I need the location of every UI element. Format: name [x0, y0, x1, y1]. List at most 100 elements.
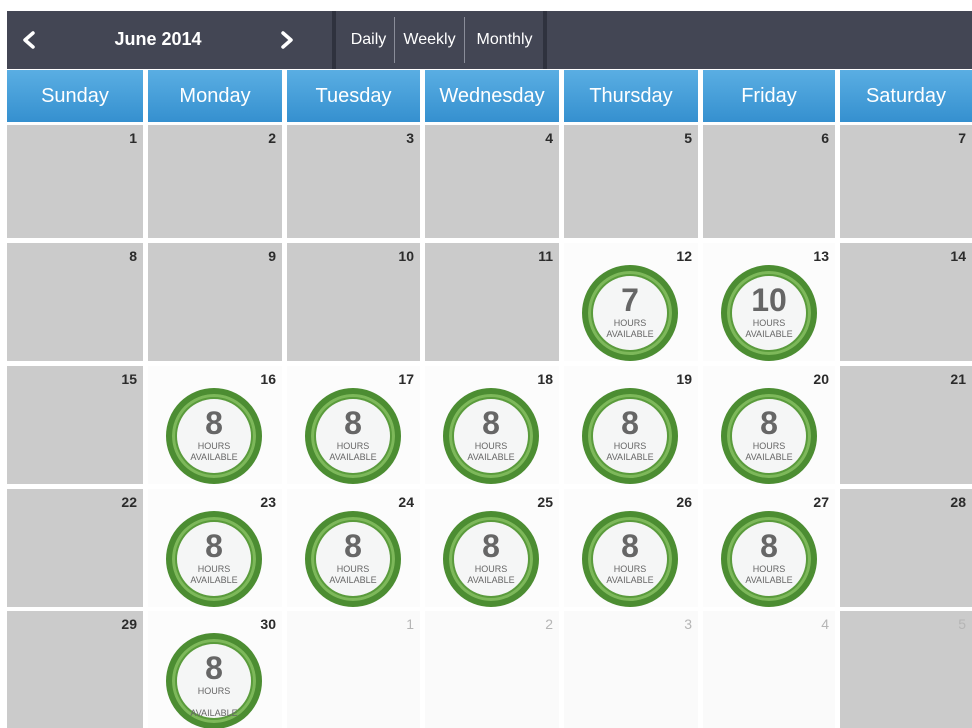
- day-number: 16: [260, 371, 276, 387]
- available-label: AVAILABLE: [606, 329, 654, 339]
- hours-available-badge[interactable]: 8 HOURS AVAILABLE: [166, 633, 262, 728]
- hours-available-badge[interactable]: 8 HOURS AVAILABLE: [305, 511, 401, 607]
- day-number: 22: [121, 494, 137, 510]
- hours-label: HOURS: [197, 564, 231, 574]
- day-cell[interactable]: 24 8 HOURS AVAILABLE: [287, 489, 420, 607]
- hours-available-badge[interactable]: 8 HOURS AVAILABLE: [721, 388, 817, 484]
- day-number: 9: [268, 248, 276, 264]
- hours-count: 8: [621, 528, 639, 564]
- weekday-saturday: Saturday: [840, 70, 972, 122]
- hours-label: HOURS: [613, 564, 647, 574]
- day-cell[interactable]: 20 8 HOURS AVAILABLE: [703, 366, 835, 484]
- day-cell[interactable]: 2: [425, 611, 559, 728]
- day-cell[interactable]: 5: [564, 125, 698, 238]
- weekday-thursday: Thursday: [564, 70, 698, 122]
- chevron-right-icon[interactable]: [272, 25, 302, 55]
- hours-badge-face: 7 HOURS AVAILABLE: [593, 276, 667, 350]
- day-number: 15: [121, 371, 137, 387]
- day-cell[interactable]: 13 10 HOURS AVAILABLE: [703, 243, 835, 361]
- hours-count: 8: [344, 405, 362, 441]
- day-cell[interactable]: 26 8 HOURS AVAILABLE: [564, 489, 698, 607]
- day-number: 24: [398, 494, 414, 510]
- day-number: 5: [958, 616, 966, 632]
- hours-available-badge[interactable]: 7 HOURS AVAILABLE: [582, 265, 678, 361]
- hours-label: HOURS: [613, 441, 647, 451]
- hours-badge-face: 8 HOURS AVAILABLE: [732, 522, 806, 596]
- day-cell[interactable]: 17 8 HOURS AVAILABLE: [287, 366, 420, 484]
- hours-count: 8: [205, 405, 223, 441]
- day-cell[interactable]: 3: [287, 125, 420, 238]
- hours-count: 7: [621, 282, 639, 318]
- day-cell[interactable]: 9: [148, 243, 282, 361]
- day-cell[interactable]: 22: [7, 489, 143, 607]
- day-cell[interactable]: 14: [840, 243, 972, 361]
- available-label: AVAILABLE: [467, 452, 515, 462]
- day-number: 12: [676, 248, 692, 264]
- day-cell[interactable]: 11: [425, 243, 559, 361]
- day-number: 6: [821, 130, 829, 146]
- view-switcher: Daily Weekly Monthly: [332, 11, 547, 69]
- hours-count: 8: [205, 528, 223, 564]
- day-cell[interactable]: 21: [840, 366, 972, 484]
- chevron-left-icon[interactable]: [14, 25, 44, 55]
- day-number: 17: [398, 371, 414, 387]
- day-number: 8: [129, 248, 137, 264]
- day-cell[interactable]: 6: [703, 125, 835, 238]
- day-cell[interactable]: 18 8 HOURS AVAILABLE: [425, 366, 559, 484]
- day-cell[interactable]: 1: [287, 611, 420, 728]
- weekday-friday: Friday: [703, 70, 835, 122]
- day-cell[interactable]: 25 8 HOURS AVAILABLE: [425, 489, 559, 607]
- available-label: AVAILABLE: [190, 708, 238, 718]
- available-label: AVAILABLE: [329, 452, 377, 462]
- day-cell[interactable]: 19 8 HOURS AVAILABLE: [564, 366, 698, 484]
- available-label: AVAILABLE: [606, 452, 654, 462]
- day-cell[interactable]: 7: [840, 125, 972, 238]
- day-number: 20: [813, 371, 829, 387]
- tab-daily[interactable]: Daily: [341, 17, 396, 63]
- hours-label: HOURS: [474, 564, 508, 574]
- hours-available-badge[interactable]: 8 HOURS AVAILABLE: [166, 511, 262, 607]
- day-number: 10: [398, 248, 414, 264]
- hours-badge-face: 10 HOURS AVAILABLE: [732, 276, 806, 350]
- hours-count: 8: [344, 528, 362, 564]
- hours-label: HOURS: [336, 441, 370, 451]
- hours-available-badge[interactable]: 8 HOURS AVAILABLE: [166, 388, 262, 484]
- available-label: AVAILABLE: [467, 575, 515, 585]
- hours-available-badge[interactable]: 8 HOURS AVAILABLE: [582, 388, 678, 484]
- day-cell[interactable]: 5: [840, 611, 972, 728]
- day-cell[interactable]: 15: [7, 366, 143, 484]
- available-label: AVAILABLE: [190, 452, 238, 462]
- day-cell[interactable]: 1: [7, 125, 143, 238]
- hours-count: 8: [621, 405, 639, 441]
- calendar-toolbar: June 2014 Daily Weekly Monthly: [7, 11, 972, 69]
- day-number: 26: [676, 494, 692, 510]
- day-cell[interactable]: 4: [425, 125, 559, 238]
- day-cell[interactable]: 23 8 HOURS AVAILABLE: [148, 489, 282, 607]
- day-cell[interactable]: 16 8 HOURS AVAILABLE: [148, 366, 282, 484]
- hours-label: HOURS: [197, 686, 231, 696]
- day-cell[interactable]: 10: [287, 243, 420, 361]
- hours-badge-face: 8 HOURS AVAILABLE: [454, 522, 528, 596]
- hours-available-badge[interactable]: 8 HOURS AVAILABLE: [721, 511, 817, 607]
- hours-available-badge[interactable]: 8 HOURS AVAILABLE: [443, 388, 539, 484]
- day-cell[interactable]: 3: [564, 611, 698, 728]
- hours-available-badge[interactable]: 10 HOURS AVAILABLE: [721, 265, 817, 361]
- day-cell[interactable]: 2: [148, 125, 282, 238]
- weekday-tuesday: Tuesday: [287, 70, 420, 122]
- hours-badge-face: 8 HOURS AVAILABLE: [177, 522, 251, 596]
- day-cell[interactable]: 28: [840, 489, 972, 607]
- day-cell[interactable]: 4: [703, 611, 835, 728]
- tab-weekly[interactable]: Weekly: [394, 17, 464, 63]
- hours-available-badge[interactable]: 8 HOURS AVAILABLE: [443, 511, 539, 607]
- hours-available-badge[interactable]: 8 HOURS AVAILABLE: [582, 511, 678, 607]
- day-cell[interactable]: 30 8 HOURS AVAILABLE: [148, 611, 282, 728]
- day-number: 30: [260, 616, 276, 632]
- day-cell[interactable]: 8: [7, 243, 143, 361]
- hours-label: HOURS: [752, 441, 786, 451]
- day-cell[interactable]: 27 8 HOURS AVAILABLE: [703, 489, 835, 607]
- day-cell[interactable]: 12 7 HOURS AVAILABLE: [564, 243, 698, 361]
- hours-available-badge[interactable]: 8 HOURS AVAILABLE: [305, 388, 401, 484]
- tab-monthly[interactable]: Monthly: [464, 17, 544, 63]
- day-cell[interactable]: 29: [7, 611, 143, 728]
- available-label: AVAILABLE: [190, 575, 238, 585]
